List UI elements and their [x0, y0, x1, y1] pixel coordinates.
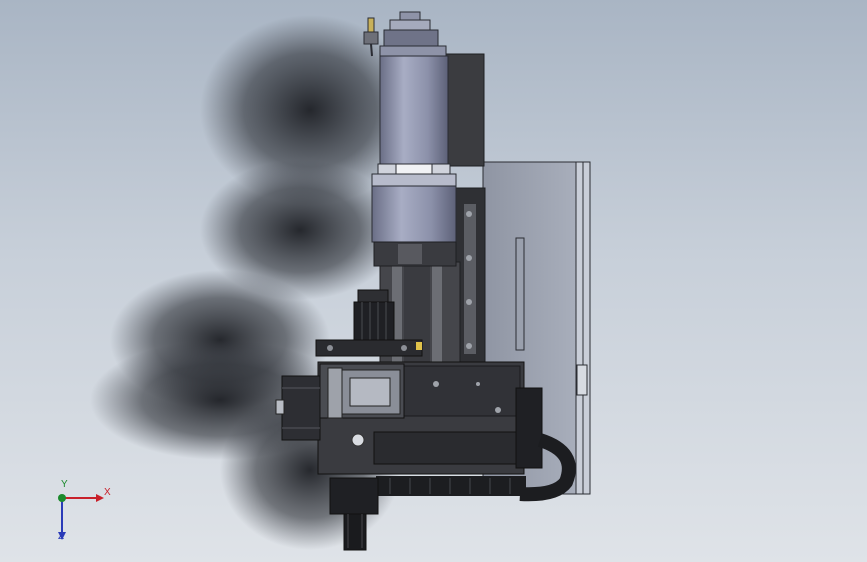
cad-model-assembly[interactable]	[0, 0, 867, 562]
z-axis-servo-motor[interactable]	[353, 289, 395, 345]
z-axis-label: Z	[58, 531, 65, 542]
orientation-triad: X Y Z	[44, 480, 124, 550]
x-axis-label: X	[104, 487, 111, 498]
spindle-motor[interactable]	[371, 11, 457, 267]
motor-bracket[interactable]	[315, 339, 423, 357]
y-axis-label: Y	[61, 479, 68, 490]
x-axis-stepper-motor[interactable]	[275, 375, 321, 441]
gearbox-coupling[interactable]	[319, 363, 405, 419]
cad-graphics-viewport[interactable]: X Y Z	[0, 0, 867, 562]
